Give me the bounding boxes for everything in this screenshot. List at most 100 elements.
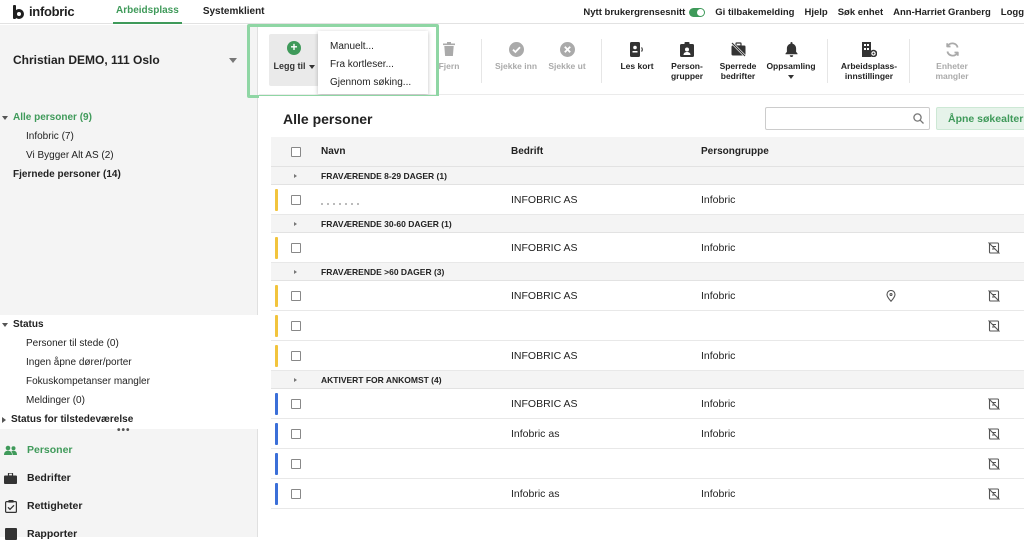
caret-right-icon (294, 174, 297, 178)
status-section: Status Personer til stede (0) Ingen åpne… (0, 315, 258, 429)
workplace-settings-label: Arbeidsplass- innstillinger (840, 61, 898, 81)
tab-systemklient[interactable]: Systemklient (200, 0, 268, 24)
status-color-bar (275, 315, 278, 337)
column-header-person-group[interactable]: Persongruppe (701, 146, 769, 157)
infobric-logo[interactable]: infobric (12, 4, 92, 20)
id-card-slash-icon[interactable] (988, 242, 1000, 257)
row-checkbox[interactable] (291, 194, 301, 205)
row-checkbox[interactable] (291, 398, 301, 409)
row-checkbox[interactable] (291, 458, 301, 469)
table-row[interactable]: INFOBRIC AS Infobric (271, 389, 1024, 419)
logo-text: infobric (29, 4, 75, 19)
status-item-present[interactable]: Personer til stede (0) (0, 334, 258, 353)
status-item-messages[interactable]: Meldinger (0) (0, 391, 258, 410)
id-card-slash-icon[interactable] (988, 398, 1000, 413)
plus-circle-icon: + (287, 41, 301, 55)
user-name[interactable]: Ann-Harriet Granberg (893, 7, 991, 18)
tab-arbeidsplass[interactable]: Arbeidsplass (113, 0, 182, 24)
check-in-button[interactable]: Sjekke inn (491, 25, 541, 95)
tree-item-removed-persons[interactable]: Fjernede personer (14) (0, 165, 258, 184)
column-header-name[interactable]: Navn (321, 146, 345, 157)
chevron-down-icon (229, 58, 237, 63)
row-checkbox[interactable] (291, 350, 301, 361)
toolbar-divider (601, 39, 602, 83)
add-menu-manual[interactable]: Manuelt... (318, 37, 428, 55)
cell-company: INFOBRIC AS (511, 241, 578, 254)
table-row[interactable]: INFOBRIC AS Infobric (271, 233, 1024, 263)
resize-handle-dots[interactable]: ••• (117, 425, 131, 436)
main-content: Alle personer Åpne søkealternativer Navn… (259, 96, 1024, 537)
group-row[interactable]: FRAVÆRENDE >60 DAGER (3) (271, 263, 1024, 281)
open-search-options-button[interactable]: Åpne søkealternativer (936, 107, 1024, 130)
person-groups-label: Person- grupper (670, 61, 704, 81)
id-card-slash-icon[interactable] (988, 320, 1000, 335)
group-row[interactable]: FRAVÆRENDE 30-60 DAGER (1) (271, 215, 1024, 233)
site-selector[interactable]: Christian DEMO, 111 Oslo (0, 25, 257, 95)
group-label: FRAVÆRENDE 8-29 DAGER (1) (321, 170, 447, 181)
group-row[interactable]: FRAVÆRENDE 8-29 DAGER (1) (271, 167, 1024, 185)
status-title: Status (13, 319, 44, 330)
help-link[interactable]: Hjelp (804, 7, 827, 18)
table-row[interactable] (271, 311, 1024, 341)
missing-units-label: Enheter mangler (935, 61, 969, 81)
nav-item-label: Rapporter (27, 528, 78, 540)
status-header[interactable]: Status (0, 315, 258, 334)
group-label: FRAVÆRENDE 30-60 DAGER (1) (321, 218, 452, 229)
id-card-slash-icon[interactable] (988, 458, 1000, 473)
status-color-bar (275, 237, 278, 259)
id-card-slash-icon[interactable] (988, 290, 1000, 305)
read-card-button[interactable]: Les kort (615, 25, 659, 95)
nav-item-persons[interactable]: Personer (0, 436, 258, 464)
muster-label: Oppsamling (766, 61, 816, 71)
table-row[interactable]: Infobric as Infobric (271, 479, 1024, 509)
persons-table: Navn Bedrift Persongruppe FRAVÆRENDE 8-2… (271, 137, 1024, 509)
location-pin-icon[interactable] (886, 289, 896, 305)
table-row[interactable]: INFOBRIC AS Infobric (271, 341, 1024, 371)
select-all-checkbox[interactable] (291, 146, 301, 157)
search-input[interactable] (765, 107, 930, 130)
row-checkbox[interactable] (291, 242, 301, 253)
row-checkbox[interactable] (291, 428, 301, 439)
nav-item-companies[interactable]: Bedrifter (0, 464, 258, 492)
table-row[interactable]: Infobric as Infobric (271, 419, 1024, 449)
status-color-bar (275, 285, 278, 307)
search-unit-link[interactable]: Søk enhet (838, 7, 883, 18)
row-checkbox[interactable] (291, 488, 301, 499)
check-out-button[interactable]: Sjekke ut (544, 25, 590, 95)
row-checkbox[interactable] (291, 290, 301, 301)
new-ui-toggle-group[interactable]: Nytt brukergrensesnitt (583, 7, 706, 18)
add-menu-card-reader[interactable]: Fra kortleser... (318, 55, 428, 73)
muster-button[interactable]: Oppsamling (763, 25, 819, 95)
id-card-slash-icon[interactable] (988, 488, 1000, 503)
nav-item-reports[interactable]: Rapporter (0, 520, 258, 548)
cell-person-group: Infobric (701, 427, 736, 440)
blocked-companies-button[interactable]: Sperrede bedrifter (715, 25, 761, 95)
column-header-company[interactable]: Bedrift (511, 146, 543, 157)
add-menu-search[interactable]: Gjennom søking... (318, 73, 428, 91)
tree-item-vi-bygger[interactable]: Vi Bygger Alt AS (2) (0, 146, 258, 165)
id-card-slash-icon[interactable] (988, 428, 1000, 443)
page-title: Alle personer (283, 111, 373, 127)
tree-item-infobric[interactable]: Infobric (7) (0, 127, 258, 146)
table-row[interactable]: INFOBRIC AS Infobric (271, 185, 1024, 215)
logout-link[interactable]: Logg (1001, 7, 1024, 18)
table-row[interactable] (271, 449, 1024, 479)
table-row[interactable]: INFOBRIC AS Infobric (271, 281, 1024, 311)
feedback-link[interactable]: Gi tilbakemelding (715, 7, 794, 18)
nav-item-rights[interactable]: Rettigheter (0, 492, 258, 520)
tree-item-all-persons[interactable]: Alle personer (9) (0, 108, 258, 127)
status-item-doors[interactable]: Ingen åpne dører/porter (0, 353, 258, 372)
briefcase-icon (4, 472, 17, 484)
person-groups-button[interactable]: Person- grupper (663, 25, 711, 95)
x-circle-icon (559, 41, 575, 57)
workplace-settings-button[interactable]: Arbeidsplass- innstillinger (833, 25, 905, 95)
status-item-competence[interactable]: Fokuskompetanser mangler (0, 372, 258, 391)
cell-person-group: Infobric (701, 397, 736, 410)
add-button[interactable]: + Legg til (269, 34, 319, 86)
missing-units-button[interactable]: Enheter mangler (927, 25, 977, 95)
remove-button[interactable]: Fjern (431, 25, 467, 95)
group-row[interactable]: AKTIVERT FOR ANKOMST (4) (271, 371, 1024, 389)
new-ui-toggle[interactable] (689, 7, 706, 17)
row-checkbox[interactable] (291, 320, 301, 331)
toolbar-divider (909, 39, 910, 83)
